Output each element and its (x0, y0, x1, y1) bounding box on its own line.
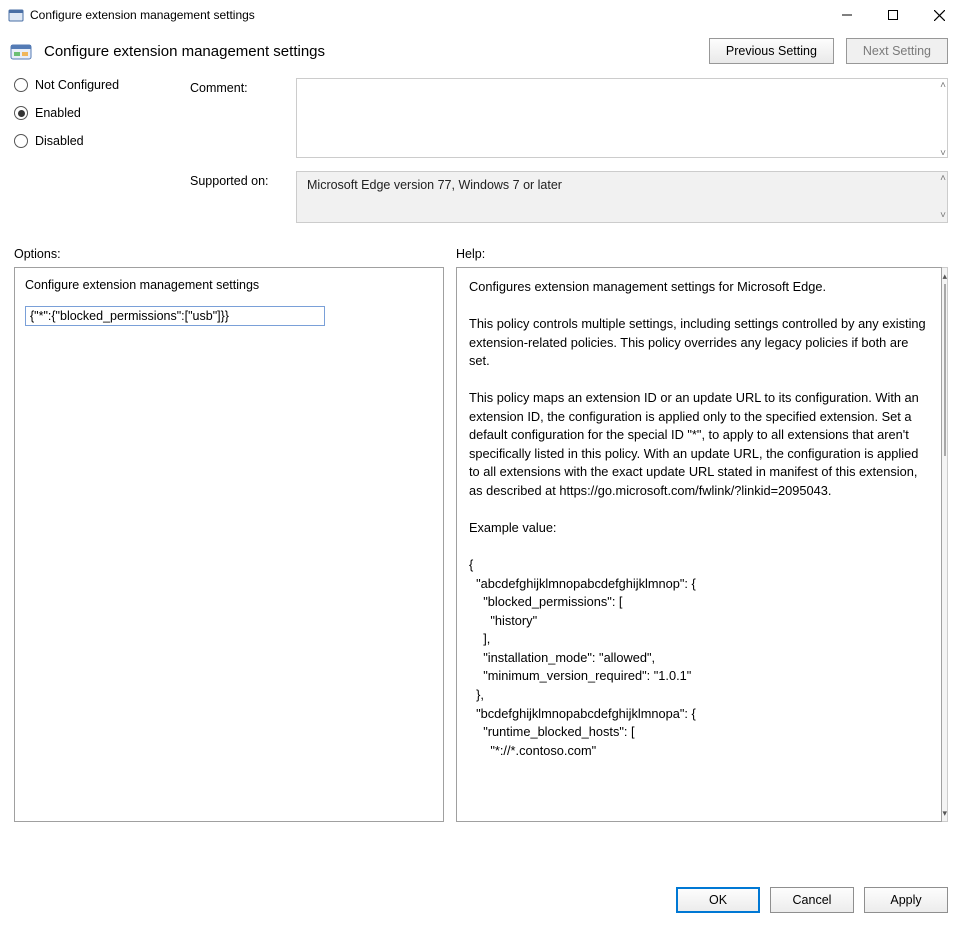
ok-button[interactable]: OK (676, 887, 760, 913)
radio-icon (14, 134, 28, 148)
extension-settings-input[interactable] (25, 306, 325, 326)
options-label: Options: (14, 247, 444, 261)
close-button[interactable] (916, 0, 962, 30)
comment-field[interactable] (296, 78, 948, 158)
apply-button[interactable]: Apply (864, 887, 948, 913)
radio-icon (14, 78, 28, 92)
scroll-down-icon[interactable]: ▾ (942, 805, 947, 821)
next-setting-button[interactable]: Next Setting (846, 38, 948, 64)
scroll-thumb[interactable] (944, 284, 946, 456)
scrollbar[interactable]: ▴ ▾ (942, 267, 948, 822)
radio-label: Disabled (35, 134, 84, 148)
radio-disabled[interactable]: Disabled (14, 134, 184, 148)
chevron-down-icon: ˅ (940, 210, 946, 221)
help-label: Help: (456, 247, 948, 261)
radio-not-configured[interactable]: Not Configured (14, 78, 184, 92)
maximize-button[interactable] (870, 0, 916, 30)
chevron-up-icon: ˄ (940, 173, 946, 184)
minimize-button[interactable] (824, 0, 870, 30)
help-panel: Configures extension management settings… (456, 267, 942, 822)
header: Configure extension management settings … (0, 30, 962, 66)
comment-label: Comment: (190, 78, 290, 95)
scroll-up-icon[interactable]: ▴ (942, 268, 947, 284)
options-panel: Configure extension management settings (14, 267, 444, 822)
title-bar: Configure extension management settings (0, 0, 962, 30)
supported-on-field: Microsoft Edge version 77, Windows 7 or … (296, 171, 948, 223)
app-icon (8, 7, 24, 23)
scroll-track[interactable] (942, 284, 947, 805)
radio-label: Not Configured (35, 78, 119, 92)
supported-on-label: Supported on: (190, 171, 290, 188)
radio-enabled[interactable]: Enabled (14, 106, 184, 120)
radio-label: Enabled (35, 106, 81, 120)
settings-form: Not Configured Enabled Disabled Comment:… (0, 66, 962, 229)
window-title: Configure extension management settings (30, 8, 255, 22)
dialog-buttons: OK Cancel Apply (0, 873, 962, 925)
chevron-up-icon: ˄ (940, 80, 946, 91)
options-field-label: Configure extension management settings (25, 278, 433, 292)
radio-icon (14, 106, 28, 120)
cancel-button[interactable]: Cancel (770, 887, 854, 913)
policy-icon (10, 40, 32, 62)
previous-setting-button[interactable]: Previous Setting (709, 38, 834, 64)
page-title: Configure extension management settings (44, 43, 325, 60)
chevron-down-icon: ˅ (940, 148, 946, 159)
